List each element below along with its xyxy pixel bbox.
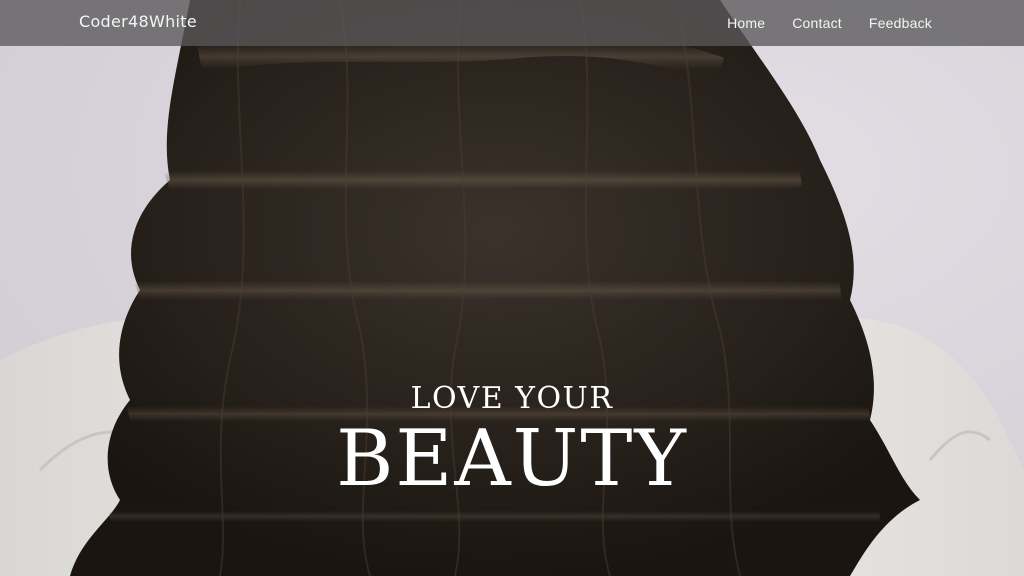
nav-links: Home Contact Feedback — [727, 15, 932, 31]
landing-page: Coder48White Home Contact Feedback LOVE … — [0, 0, 1024, 576]
hero-heading: LOVE YOUR BEAUTY — [0, 380, 1024, 502]
hero-heading-line1: LOVE YOUR — [410, 381, 614, 416]
brand-logo-link[interactable]: Coder48White — [79, 12, 197, 31]
hero-heading-line2: BEAUTY — [336, 414, 688, 504]
top-navbar: Coder48White Home Contact Feedback — [0, 0, 1024, 46]
nav-link-feedback[interactable]: Feedback — [869, 15, 932, 31]
nav-link-contact[interactable]: Contact — [792, 15, 842, 31]
nav-link-home[interactable]: Home — [727, 15, 765, 31]
